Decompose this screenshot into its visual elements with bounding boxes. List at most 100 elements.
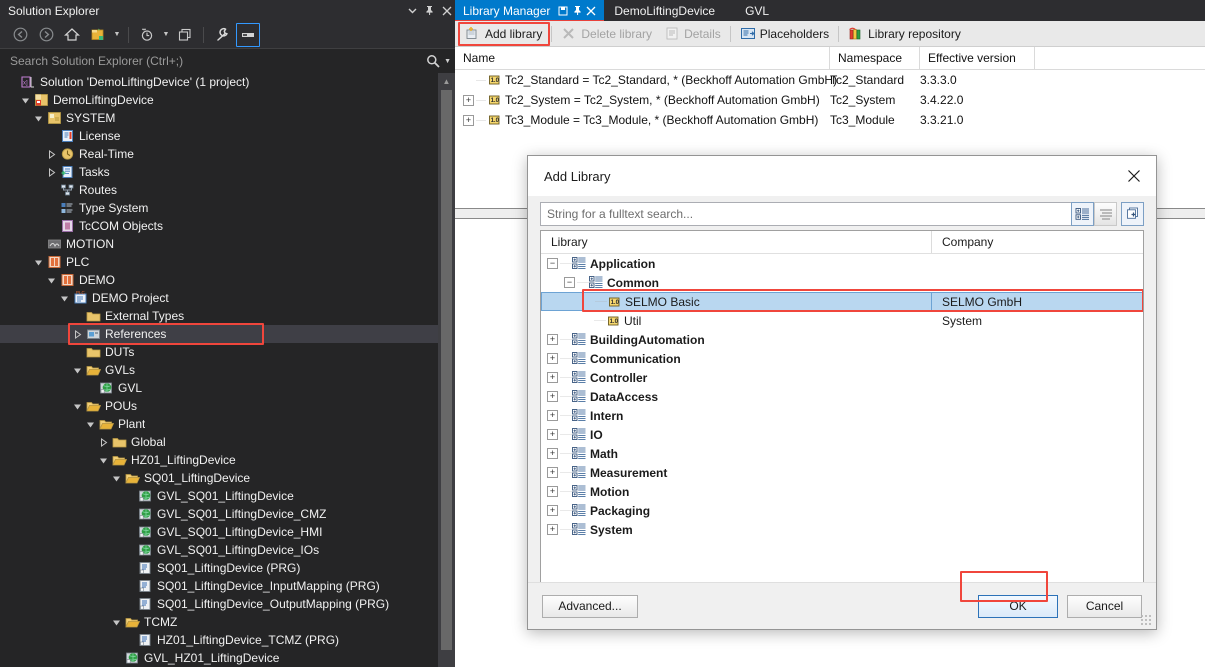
library-tree-item[interactable]: + System	[541, 520, 1143, 539]
pin-icon[interactable]	[421, 1, 438, 20]
library-tree-item[interactable]: + Intern	[541, 406, 1143, 425]
tree-item[interactable]: POUs	[0, 397, 455, 415]
tree-item[interactable]: SYSTEM	[0, 109, 455, 127]
tree-item[interactable]: SQ01_LiftingDevice (PRG)	[0, 559, 455, 577]
tree-expand-icon[interactable]: +	[547, 467, 558, 478]
tree-item[interactable]: GVL_HZ01_LiftingDevice	[0, 649, 455, 667]
solution-explorer-scrollbar[interactable]: ▲	[438, 73, 455, 667]
forward-icon[interactable]	[34, 23, 58, 47]
close-icon[interactable]	[438, 1, 455, 20]
tree-item-selected[interactable]: References	[0, 325, 455, 343]
library-manager-toolbar[interactable]: Add library Delete library Details Placehol…	[455, 21, 1205, 47]
library-tree-item[interactable]: − Application	[541, 254, 1143, 273]
tree-item[interactable]: Tasks	[0, 163, 455, 181]
library-tree-container[interactable]: Library Company − Application − Common 1.0 SE…	[540, 230, 1144, 587]
tree-expand-icon[interactable]	[45, 145, 58, 163]
tree-expand-icon[interactable]	[71, 325, 84, 343]
tree-item[interactable]: DemoLiftingDevice	[0, 91, 455, 109]
tree-collapse-icon[interactable]	[110, 613, 123, 631]
tree-collapse-icon[interactable]	[71, 397, 84, 415]
panel-dropdown-icon[interactable]	[404, 1, 421, 20]
tree-collapse-icon[interactable]	[45, 271, 58, 289]
tree-expand-icon[interactable]: +	[547, 429, 558, 440]
tree-item[interactable]: GVL_SQ01_LiftingDevice	[0, 487, 455, 505]
scrollbar-thumb[interactable]	[441, 90, 452, 650]
library-tree-item[interactable]: + BuildingAutomation	[541, 330, 1143, 349]
tree-collapse-icon[interactable]: −	[547, 258, 558, 269]
library-tree-item[interactable]: − Common	[541, 273, 1143, 292]
scroll-up-arrow-icon[interactable]: ▲	[438, 73, 455, 90]
library-tree-item[interactable]: + IO	[541, 425, 1143, 444]
tree-collapse-icon[interactable]	[58, 289, 71, 307]
clock-icon[interactable]	[135, 23, 159, 47]
tree-item[interactable]: GVLs	[0, 361, 455, 379]
resize-grip-icon[interactable]	[1140, 614, 1152, 626]
tab-gvl[interactable]: GVL	[735, 0, 789, 21]
placeholders-button[interactable]: Placeholders	[734, 24, 835, 43]
search-input[interactable]	[8, 53, 427, 69]
fulltext-search-input[interactable]	[540, 202, 1071, 226]
ok-button[interactable]: OK	[978, 594, 1058, 618]
tree-item[interactable]: HZ01_LiftingDevice_TCMZ (PRG)	[0, 631, 455, 649]
dialog-close-icon[interactable]	[1112, 156, 1156, 196]
library-tree[interactable]: − Application − Common 1.0 SELMO Basic SELMO G…	[541, 254, 1143, 539]
tree-item[interactable]: DUTs	[0, 343, 455, 361]
tree-expand-icon[interactable]: +	[547, 524, 558, 535]
tree-expand-icon[interactable]: +	[547, 448, 558, 459]
advanced-button[interactable]: Advanced...	[542, 594, 638, 618]
tree-item[interactable]: Global	[0, 433, 455, 451]
tree-item[interactable]: TCMZ	[0, 613, 455, 631]
tab-save-icon[interactable]	[556, 3, 570, 19]
library-row[interactable]: +1.0 Tc3_Module = Tc3_Module, * (Beckhoff…	[455, 110, 1205, 130]
tree-item[interactable]: TcCOM Objects	[0, 217, 455, 235]
library-tree-item[interactable]: + Packaging	[541, 501, 1143, 520]
tree-item[interactable]: License	[0, 127, 455, 145]
tree-item[interactable]: Plant	[0, 415, 455, 433]
row-expand-icon[interactable]: +	[463, 94, 474, 106]
tree-collapse-icon[interactable]	[84, 415, 97, 433]
tab-demoliftingdevice[interactable]: DemoLiftingDevice	[604, 0, 735, 21]
tree-expand-icon[interactable]	[45, 163, 58, 181]
flat-list-icon[interactable]	[1094, 202, 1117, 226]
tree-item[interactable]: PLC DEMO Project	[0, 289, 455, 307]
tree-collapse-icon[interactable]	[19, 91, 32, 109]
add-library-button[interactable]: Add library	[459, 24, 548, 43]
library-tree-item[interactable]: + Communication	[541, 349, 1143, 368]
library-tree-item[interactable]: + Measurement	[541, 463, 1143, 482]
tree-item[interactable]: SQ01_LiftingDevice_InputMapping (PRG)	[0, 577, 455, 595]
library-row[interactable]: +1.0 Tc2_System = Tc2_System, * (Beckhoff…	[455, 90, 1205, 110]
wrench-icon[interactable]	[210, 23, 234, 47]
tree-expand-icon[interactable]: +	[547, 334, 558, 345]
tree-item[interactable]: MOTION	[0, 235, 455, 253]
tree-item[interactable]: External Types	[0, 307, 455, 325]
tab-close-icon[interactable]	[584, 3, 598, 19]
tree-collapse-icon[interactable]	[32, 253, 45, 271]
search-options-chevron-down-icon[interactable]: ▼	[444, 58, 451, 65]
tree-item[interactable]: DEMO	[0, 271, 455, 289]
preview-icon[interactable]	[236, 22, 260, 47]
document-tabstrip[interactable]: Library Manager DemoLiftingDevice GVL	[455, 0, 1205, 23]
tree-item[interactable]: x] Solution 'DemoLiftingDevice' (1 projec…	[0, 73, 455, 91]
library-tree-item[interactable]: + DataAccess	[541, 387, 1143, 406]
tree-expand-icon[interactable]: +	[547, 505, 558, 516]
library-tree-item[interactable]: + Math	[541, 444, 1143, 463]
tree-expand-icon[interactable]	[97, 433, 110, 451]
row-expand-icon[interactable]: +	[463, 114, 474, 126]
tree-item[interactable]: Type System	[0, 199, 455, 217]
tree-item[interactable]: HZ01_LiftingDevice	[0, 451, 455, 469]
library-tree-item[interactable]: + Controller	[541, 368, 1143, 387]
library-list[interactable]: 1.0 Tc2_Standard = Tc2_Standard, * (Beckh…	[455, 70, 1205, 130]
copy-windows-icon[interactable]	[173, 23, 197, 47]
tree-item[interactable]: Routes	[0, 181, 455, 199]
library-tree-item-selected[interactable]: 1.0 SELMO Basic SELMO GmbH	[541, 292, 1143, 311]
tree-expand-icon[interactable]: +	[547, 486, 558, 497]
tree-item[interactable]: GVL_SQ01_LiftingDevice_CMZ	[0, 505, 455, 523]
tab-pin-icon[interactable]	[570, 3, 584, 19]
back-icon[interactable]	[8, 23, 32, 47]
tree-expand-icon[interactable]: +	[547, 372, 558, 383]
tree-expand-icon[interactable]: +	[547, 410, 558, 421]
cancel-button[interactable]: Cancel	[1067, 594, 1142, 618]
tree-expand-icon[interactable]: +	[547, 391, 558, 402]
search-solution-explorer[interactable]: ▼	[0, 49, 455, 74]
home-icon[interactable]	[60, 23, 84, 47]
